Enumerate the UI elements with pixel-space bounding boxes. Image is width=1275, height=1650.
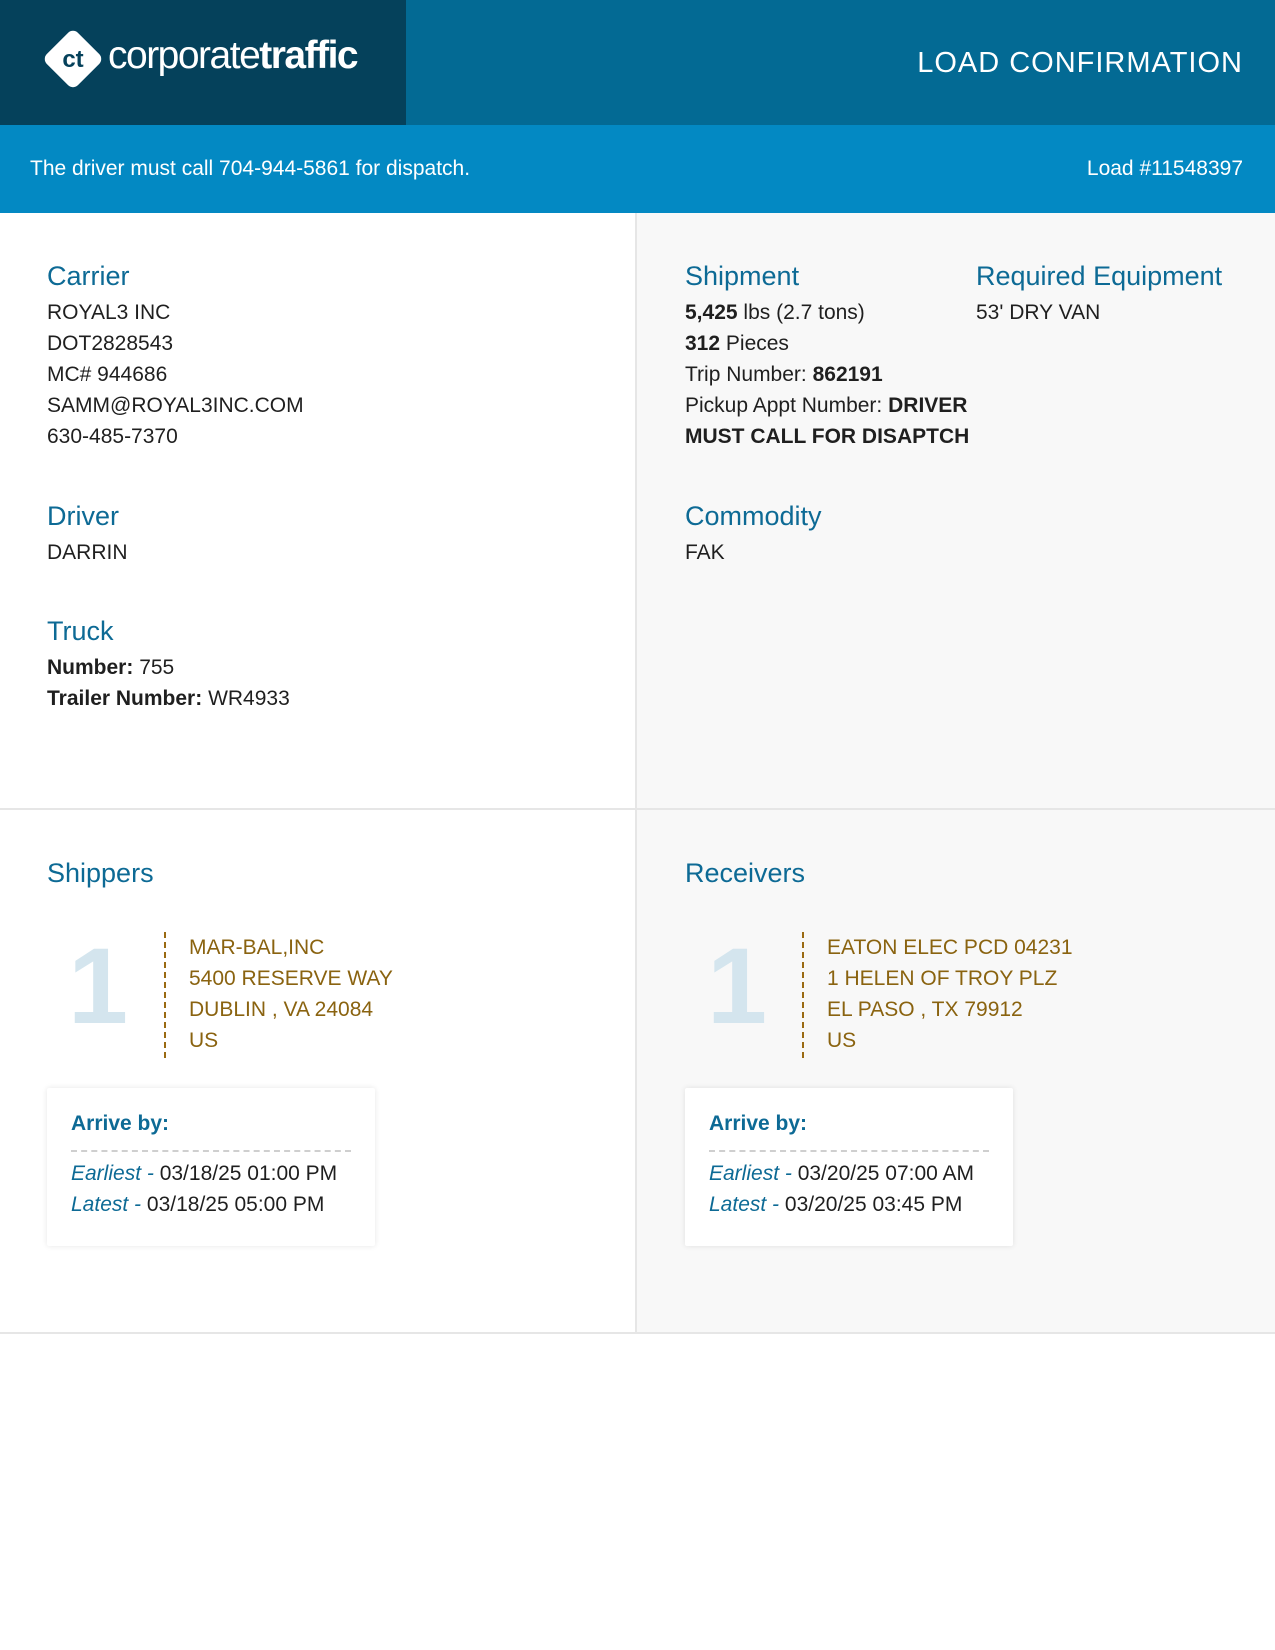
logo-word-bold: traffic [259, 34, 358, 77]
shipper-arrive-divider [71, 1150, 351, 1152]
carrier-title: Carrier [47, 261, 130, 291]
shippers-panel: Shippers 1 MAR-BAL,INC 5400 RESERVE WAY … [0, 810, 637, 1334]
receiver-latest-label: Latest - [709, 1193, 780, 1216]
trailer-number-row: Trailer Number: WR4933 [47, 683, 290, 714]
receiver-earliest-label: Earliest - [709, 1162, 792, 1185]
driver-title: Driver [47, 501, 119, 531]
receiver-arrive-card: Arrive by: Earliest - 03/20/25 07:00 AM … [685, 1088, 1013, 1246]
receiver-street: 1 HELEN OF TROY PLZ [827, 967, 1058, 990]
carrier-details: ROYAL3 INC DOT2828543 MC# 944686 SAMM@RO… [47, 297, 304, 452]
shipper-stop-divider [164, 932, 166, 1058]
logo-word-light: corporate [108, 34, 261, 77]
equipment-details: 53' DRY VAN [976, 297, 1100, 328]
trailer-number: WR4933 [208, 687, 290, 710]
trip-number-row: Trip Number: 862191 [685, 359, 969, 390]
shipper-earliest-label: Earliest - [71, 1162, 154, 1185]
logo: ct corporatetraffic [0, 0, 406, 125]
receiver-latest-row: Latest - 03/20/25 03:45 PM [709, 1193, 962, 1217]
logo-mark-icon: ct [44, 30, 102, 88]
shipment-title: Shipment [685, 261, 800, 291]
shipment-pieces-row: 312 Pieces [685, 328, 969, 359]
shipment-weight: 5,425 [685, 301, 738, 324]
document-title: LOAD CONFIRMATION [917, 47, 1243, 79]
shipper-street: 5400 RESERVE WAY [189, 967, 393, 990]
carrier-mc: MC# 944686 [47, 363, 168, 386]
shipper-arrive-label: Arrive by: [71, 1112, 170, 1135]
equipment-title: Required Equipment [976, 261, 1223, 291]
pickup-appt-label: Pickup Appt Number: [685, 394, 883, 417]
pickup-appt-row-2: MUST CALL FOR DISAPTCH [685, 421, 969, 452]
shipper-earliest-row: Earliest - 03/18/25 01:00 PM [71, 1162, 337, 1186]
carrier-panel: Carrier ROYAL3 INC DOT2828543 MC# 944686… [0, 213, 637, 810]
commodity-details: FAK [685, 537, 725, 568]
pickup-appt-value-1: DRIVER [888, 394, 968, 417]
dispatch-message: The driver must call 704-944-5861 for di… [30, 157, 471, 180]
carrier-dot: DOT2828543 [47, 332, 174, 355]
shipment-weight-row: 5,425 lbs (2.7 tons) [685, 297, 969, 328]
driver-details: DARRIN [47, 537, 128, 568]
dispatch-banner: The driver must call 704-944-5861 for di… [0, 125, 1275, 213]
trip-number: 862191 [812, 363, 883, 386]
shipper-name: MAR-BAL,INC [189, 936, 325, 959]
shipment-weight-unit: lbs (2.7 tons) [743, 301, 865, 324]
equipment-value: 53' DRY VAN [976, 301, 1101, 324]
trip-number-label: Trip Number: [685, 363, 807, 386]
load-number: Load #11548397 [1086, 157, 1243, 180]
trailer-number-label: Trailer Number: [47, 687, 203, 710]
commodity-value: FAK [685, 541, 725, 564]
receiver-arrive-divider [709, 1150, 989, 1152]
truck-number-row: Number: 755 [47, 652, 290, 683]
receiver-stop-number: 1 [707, 925, 768, 1046]
shippers-title: Shippers [47, 858, 154, 888]
shipment-panel: Shipment 5,425 lbs (2.7 tons) 312 Pieces… [637, 213, 1275, 810]
receivers-title: Receivers [685, 858, 806, 888]
logo-initials: ct [62, 46, 83, 73]
shipper-address: MAR-BAL,INC 5400 RESERVE WAY DUBLIN , VA… [189, 932, 393, 1056]
receiver-stop-divider [802, 932, 804, 1058]
receiver-country: US [827, 1029, 857, 1052]
receiver-latest: 03/20/25 03:45 PM [784, 1193, 963, 1216]
shipper-stop-number: 1 [68, 925, 129, 1046]
truck-title: Truck [47, 616, 114, 646]
shipment-details: 5,425 lbs (2.7 tons) 312 Pieces Trip Num… [685, 297, 969, 452]
shipper-city: DUBLIN , VA 24084 [189, 998, 374, 1021]
shipper-latest-label: Latest - [71, 1193, 142, 1216]
shipper-earliest: 03/18/25 01:00 PM [159, 1162, 338, 1185]
pickup-appt-row: Pickup Appt Number: DRIVER [685, 390, 969, 421]
carrier-phone: 630-485-7370 [47, 425, 178, 448]
commodity-title: Commodity [685, 501, 822, 531]
shipment-pieces: 312 [685, 332, 721, 355]
truck-number: 755 [139, 656, 175, 679]
page-header: ct corporatetraffic LOAD CONFIRMATION [0, 0, 1275, 125]
receiver-earliest-row: Earliest - 03/20/25 07:00 AM [709, 1162, 974, 1186]
truck-details: Number: 755 Trailer Number: WR4933 [47, 652, 290, 714]
driver-name: DARRIN [47, 541, 128, 564]
carrier-name: ROYAL3 INC [47, 301, 171, 324]
receiver-earliest: 03/20/25 07:00 AM [797, 1162, 975, 1185]
pickup-appt-value-2: MUST CALL FOR DISAPTCH [685, 425, 970, 448]
receiver-name: EATON ELEC PCD 04231 [827, 936, 1073, 959]
shipment-pieces-unit: Pieces [725, 332, 789, 355]
receiver-arrive-label: Arrive by: [709, 1112, 808, 1135]
shipper-latest: 03/18/25 05:00 PM [146, 1193, 325, 1216]
shipper-country: US [189, 1029, 219, 1052]
receiver-city: EL PASO , TX 79912 [827, 998, 1023, 1021]
shipper-arrive-card: Arrive by: Earliest - 03/18/25 01:00 PM … [47, 1088, 375, 1246]
shipper-latest-row: Latest - 03/18/25 05:00 PM [71, 1193, 324, 1217]
truck-number-label: Number: [47, 656, 134, 679]
receivers-panel: Receivers 1 EATON ELEC PCD 04231 1 HELEN… [637, 810, 1275, 1334]
carrier-email: SAMM@ROYAL3INC.COM [47, 394, 304, 417]
logo-wordmark: corporatetraffic [108, 34, 359, 78]
receiver-address: EATON ELEC PCD 04231 1 HELEN OF TROY PLZ… [827, 932, 1073, 1056]
